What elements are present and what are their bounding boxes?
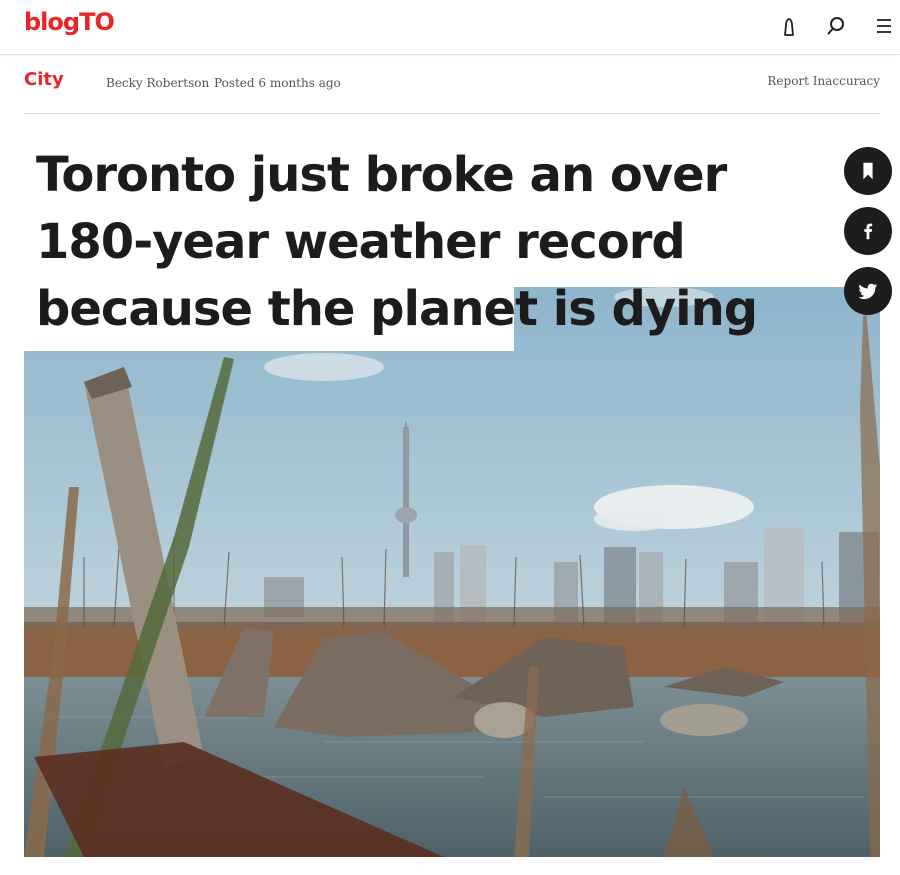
bookmark-icon [863, 162, 873, 180]
hero-image [24, 287, 880, 857]
facebook-share-button[interactable] [844, 207, 892, 255]
site-logo[interactable]: blogTO [24, 8, 115, 36]
search-icon[interactable] [824, 14, 848, 38]
top-navigation-bar: blogTO [0, 0, 900, 55]
category-link[interactable]: City [24, 69, 64, 90]
facebook-icon [864, 223, 873, 240]
twitter-icon [858, 283, 878, 300]
article-meta-row: City Becky Robertson Posted 6 months ago… [24, 56, 880, 114]
user-icon[interactable] [777, 14, 801, 38]
menu-icon[interactable] [872, 14, 896, 38]
article-title: Toronto just broke an over 180-year weat… [36, 147, 758, 337]
bookmark-button[interactable] [844, 147, 892, 195]
posted-time: Posted 6 months ago [214, 76, 341, 90]
twitter-share-button[interactable] [844, 267, 892, 315]
report-inaccuracy-link[interactable]: Report Inaccuracy [767, 74, 880, 88]
author-name[interactable]: Becky Robertson [106, 76, 209, 90]
